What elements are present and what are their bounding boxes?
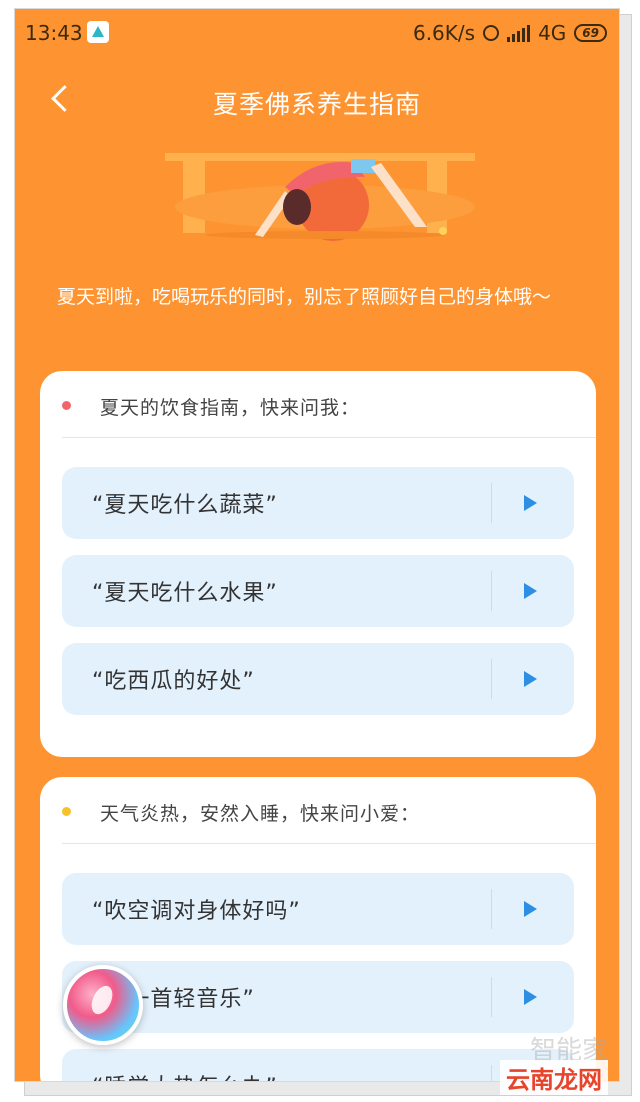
battery-icon: 69	[574, 24, 607, 42]
divider	[491, 483, 492, 523]
play-icon[interactable]	[524, 671, 537, 687]
net-speed: 6.6K/s	[412, 21, 476, 45]
query-label: “夏天吃什么水果”	[92, 581, 278, 606]
query-item[interactable]: “夏天吃什么水果”	[62, 555, 574, 627]
app-notification-icon	[87, 21, 109, 43]
alarm-icon	[483, 25, 500, 41]
divider	[491, 659, 492, 699]
query-label: “睡觉太热怎么办”	[92, 1069, 278, 1081]
status-bar: 13:43 6.6K/s 4G 69	[15, 9, 619, 55]
status-time: 13:43	[25, 21, 83, 45]
bullet-dot-icon	[62, 401, 71, 410]
query-item[interactable]: “吹空调对身体好吗”	[62, 873, 574, 945]
voice-assistant-button[interactable]	[63, 965, 143, 1045]
section-header: 天气炎热，安然入睡，快来问小爱：	[62, 799, 596, 844]
section-header: 夏天的饮食指南，快来问我：	[62, 393, 596, 438]
divider	[491, 889, 492, 929]
intro-text: 夏天到啦，吃喝玩乐的同时，别忘了照顾好自己的身体哦～	[57, 286, 552, 308]
divider	[491, 1065, 492, 1081]
play-icon[interactable]	[524, 583, 537, 599]
watermark-site: 云南龙网	[500, 1060, 608, 1095]
status-right: 6.6K/s 4G 69	[413, 21, 607, 45]
divider	[491, 977, 492, 1017]
signal-icon	[507, 24, 531, 42]
assistant-logo-icon	[87, 982, 117, 1018]
section-title: 夏天的饮食指南，快来问我：	[100, 397, 361, 419]
query-item[interactable]: “吃西瓜的好处”	[62, 643, 574, 715]
play-icon[interactable]	[524, 989, 537, 1005]
query-label: “夏天吃什么蔬菜”	[92, 493, 278, 518]
play-icon[interactable]	[524, 901, 537, 917]
section-card-diet: 夏天的饮食指南，快来问我： “夏天吃什么蔬菜” “夏天吃什么水果” “吃西瓜的好…	[40, 371, 596, 757]
query-label: “吃西瓜的好处”	[92, 669, 255, 694]
query-item[interactable]: “睡觉太热怎么办”	[62, 1049, 574, 1081]
query-label: “吹空调对身体好吗”	[92, 899, 301, 924]
divider	[491, 571, 492, 611]
page-title: 夏季佛系养生指南	[212, 90, 421, 119]
network-type: 4G	[538, 21, 567, 45]
query-item[interactable]: “夏天吃什么蔬菜”	[62, 467, 574, 539]
yoga-illustration	[165, 153, 475, 241]
play-icon[interactable]	[524, 495, 537, 511]
phone-screen: 13:43 6.6K/s 4G 69 夏季佛系养生指南 夏天到啦，吃喝玩乐的同时…	[14, 8, 620, 1082]
bullet-dot-icon	[62, 807, 71, 816]
section-title: 天气炎热，安然入睡，快来问小爱：	[100, 803, 421, 825]
